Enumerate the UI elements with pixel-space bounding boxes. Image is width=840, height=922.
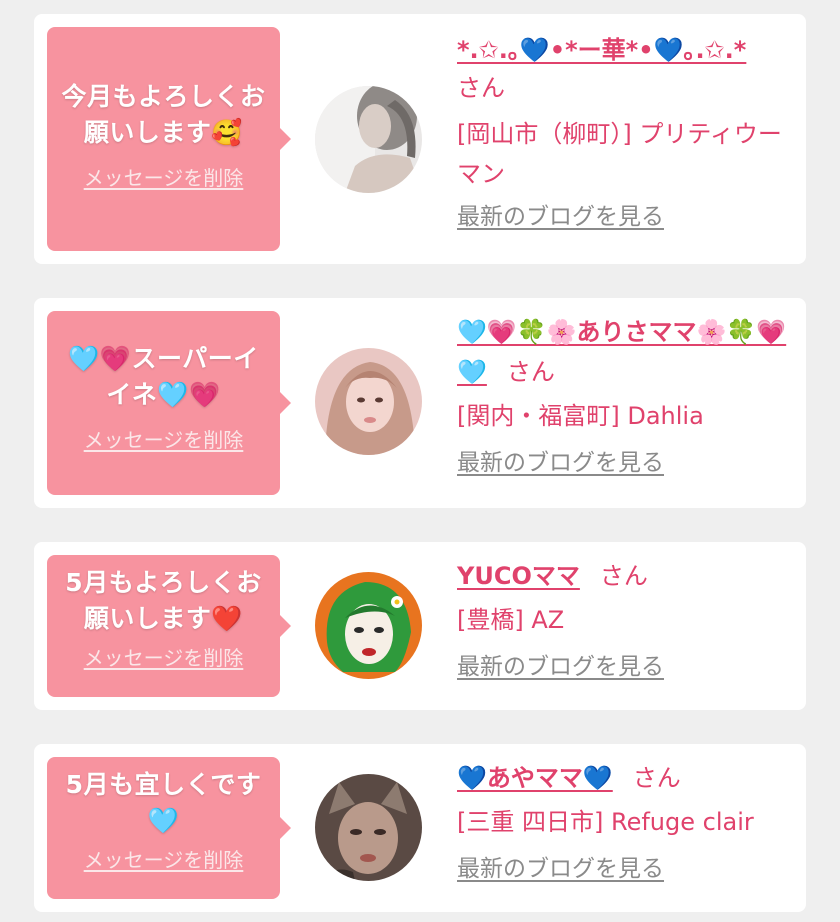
portrait-photo-woman-gray bbox=[315, 86, 422, 193]
portrait-photo-cat-filter bbox=[315, 774, 422, 881]
avatar[interactable] bbox=[315, 348, 422, 455]
delete-message-link[interactable]: メッセージを削除 bbox=[84, 165, 244, 191]
avatar[interactable] bbox=[315, 774, 422, 881]
message-text: 今月もよろしくお 願いします🥰 bbox=[61, 82, 266, 147]
delete-message-link[interactable]: メッセージを削除 bbox=[84, 427, 244, 453]
latest-blog-link[interactable]: 最新のブログを見る bbox=[457, 202, 664, 232]
shop-name: [関内・福富町] Dahlia bbox=[457, 402, 704, 430]
shop-name: [岡山市（柳町）] プリティウーマン bbox=[457, 120, 782, 188]
user-name-line: YUCOママ さん bbox=[457, 556, 797, 596]
honorific: さん bbox=[506, 358, 555, 386]
delete-message-link[interactable]: メッセージを削除 bbox=[84, 645, 244, 671]
message-bubble: 5月もよろしくお 願いします❤️ メッセージを削除 bbox=[47, 555, 291, 697]
user-info: 💙あやママ💙 さん [三重 四日市] Refuge clair 最新のブログを見る bbox=[457, 758, 797, 884]
shop-name: [三重 四日市] Refuge clair bbox=[457, 808, 754, 836]
user-name-line: 🩵💗🍀🌸ありさママ🌸🍀💗🩵 さん bbox=[457, 312, 792, 392]
message-bubble: 5月も宜しくです 🩵 メッセージを削除 bbox=[47, 757, 291, 899]
honorific-line: さん bbox=[457, 68, 797, 108]
message-card: 今月もよろしくお 願いします🥰 メッセージを削除 *.✩.｡💙•*ー華*•💙｡.… bbox=[34, 14, 806, 264]
message-text: 5月も宜しくです 🩵 bbox=[65, 770, 262, 835]
user-info: YUCOママ さん [豊橋] AZ 最新のブログを見る bbox=[457, 556, 797, 682]
message-text: 5月もよろしくお 願いします❤️ bbox=[65, 568, 262, 633]
honorific: さん bbox=[632, 764, 681, 792]
message-card: 🩵💗スーパーイ イネ🩵💗 メッセージを削除 🩵💗🍀🌸ありさママ🌸🍀💗🩵 さん [関… bbox=[34, 298, 806, 508]
message-text: 🩵💗スーパーイ イネ🩵💗 bbox=[68, 344, 259, 409]
message-card: 5月もよろしくお 願いします❤️ メッセージを削除 YUCOママ さん [豊橋] … bbox=[34, 542, 806, 710]
message-list: 今月もよろしくお 願いします🥰 メッセージを削除 *.✩.｡💙•*ー華*•💙｡.… bbox=[0, 0, 840, 922]
user-name-line: *.✩.｡💙•*ー華*•💙｡.✩.* bbox=[457, 30, 797, 70]
user-info: *.✩.｡💙•*ー華*•💙｡.✩.* さん [岡山市（柳町）] プリティウーマン… bbox=[457, 30, 797, 232]
message-bubble: 今月もよろしくお 願いします🥰 メッセージを削除 bbox=[47, 27, 291, 251]
message-bubble: 🩵💗スーパーイ イネ🩵💗 メッセージを削除 bbox=[47, 311, 291, 495]
user-name-link[interactable]: 💙あやママ💙 bbox=[457, 764, 613, 792]
message-card: 5月も宜しくです 🩵 メッセージを削除 💙あやママ💙 さん [三重 四日市] Re… bbox=[34, 744, 806, 912]
user-name-link[interactable]: *.✩.｡💙•*ー華*•💙｡.✩.* bbox=[457, 36, 746, 64]
latest-blog-link[interactable]: 最新のブログを見る bbox=[457, 448, 664, 478]
user-info: 🩵💗🍀🌸ありさママ🌸🍀💗🩵 さん [関内・福富町] Dahlia 最新のブログを見… bbox=[457, 312, 797, 478]
honorific: さん bbox=[457, 74, 505, 102]
latest-blog-link[interactable]: 最新のブログを見る bbox=[457, 854, 664, 884]
avatar[interactable] bbox=[315, 86, 422, 193]
portrait-photo-woman-pink bbox=[315, 348, 422, 455]
illustration-green-hair-woman bbox=[315, 572, 422, 679]
user-name-link[interactable]: YUCOママ bbox=[457, 562, 580, 590]
avatar[interactable] bbox=[315, 572, 422, 679]
delete-message-link[interactable]: メッセージを削除 bbox=[84, 847, 244, 873]
honorific: さん bbox=[599, 562, 648, 590]
user-name-line: 💙あやママ💙 さん bbox=[457, 758, 797, 798]
latest-blog-link[interactable]: 最新のブログを見る bbox=[457, 652, 664, 682]
shop-name: [豊橋] AZ bbox=[457, 606, 565, 634]
